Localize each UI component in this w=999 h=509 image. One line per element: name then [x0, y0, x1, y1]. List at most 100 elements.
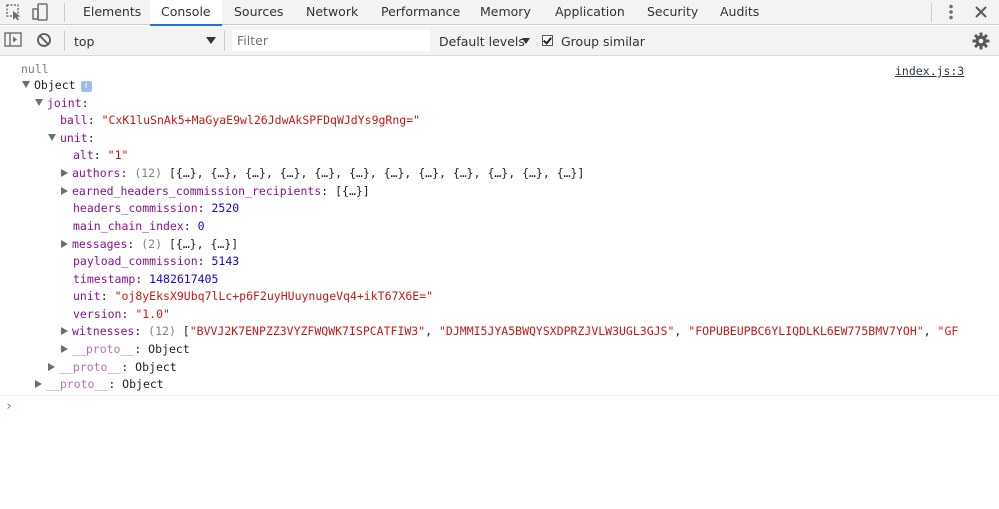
- array-length: (2): [141, 237, 163, 251]
- root-object-label: Object: [34, 78, 76, 92]
- inspect-element-icon[interactable]: [4, 3, 24, 21]
- property-key: authors: [72, 166, 121, 180]
- property-key: witnesses: [72, 324, 135, 338]
- tab-console[interactable]: Console: [150, 0, 222, 26]
- number-value: 0: [197, 219, 205, 233]
- array-preview: [{…}, {…}]: [168, 237, 239, 251]
- clear-console-icon[interactable]: [35, 31, 55, 49]
- string-value: "CxK1luSnAk5+MaGyaE9wl26JdwAkSPFDqWJdYs9…: [101, 113, 421, 127]
- tree-node-joint-proto[interactable]: __proto__: Object: [0, 359, 999, 376]
- array-length: (12): [148, 324, 176, 338]
- array-length: (12): [134, 166, 163, 180]
- tree-node-root-object[interactable]: Object i: [0, 77, 999, 94]
- tab-performance[interactable]: Performance: [370, 0, 471, 25]
- message-divider: [0, 395, 999, 396]
- tree-node-unit-proto[interactable]: __proto__: Object: [0, 341, 999, 358]
- levels-dropdown-arrow-icon[interactable]: [522, 38, 530, 44]
- tree-node-headers-commission: headers_commission: 2520: [73, 201, 240, 215]
- tree-node-timestamp: timestamp: 1482617405: [73, 272, 219, 286]
- string-value: "1.0": [135, 307, 170, 321]
- object-value: Object: [135, 360, 177, 374]
- collapsed-triangle-icon[interactable]: [61, 240, 68, 248]
- log-levels-selector[interactable]: Default levels: [439, 34, 525, 49]
- collapsed-triangle-icon[interactable]: [61, 345, 68, 353]
- string-value: "1": [107, 148, 129, 162]
- tree-node-root-proto[interactable]: __proto__: Object: [0, 376, 999, 393]
- tab-audits[interactable]: Audits: [709, 0, 770, 25]
- context-selector[interactable]: top: [74, 34, 94, 49]
- close-devtools-icon[interactable]: [972, 3, 990, 21]
- number-value: 2520: [211, 201, 240, 215]
- tab-security[interactable]: Security: [636, 0, 709, 25]
- devtools-tab-bar: Elements Console Sources Network Perform…: [0, 0, 999, 26]
- tree-node-joint[interactable]: joint:: [0, 95, 999, 112]
- property-key: __proto__: [59, 360, 122, 374]
- more-options-icon[interactable]: [943, 3, 959, 21]
- tree-node-unit[interactable]: unit:: [0, 130, 999, 147]
- toolbar-divider: [64, 31, 65, 51]
- string-value: "oj8yEksX9Ubq7lLc+p6F2uyHUuynugeVq4+ikT6…: [114, 289, 434, 303]
- filter-input[interactable]: [232, 30, 430, 51]
- array-preview: [{…}]: [335, 184, 370, 198]
- expand-triangle-icon[interactable]: [22, 81, 30, 88]
- tree-node-version: version: "1.0": [73, 307, 170, 321]
- tab-sources[interactable]: Sources: [223, 0, 294, 25]
- tree-node-authors[interactable]: authors: (12) [{…}, {…}, {…}, {…}, {…}, …: [0, 165, 999, 182]
- tree-node-payload-commission: payload_commission: 5143: [73, 254, 240, 268]
- tree-node-ball: ball: "CxK1luSnAk5+MaGyaE9wl26JdwAkSPFDq…: [60, 113, 421, 127]
- console-settings-gear-icon[interactable]: [971, 31, 991, 51]
- string-value: "BVVJ2K7ENPZZ3VYZFWQWK7ISPCATFIW3": [189, 324, 426, 338]
- array-preview: [{…}, {…}, {…}, {…}, {…}, {…}, {…}, {…},…: [168, 166, 585, 180]
- expand-triangle-icon[interactable]: [48, 134, 56, 141]
- string-value: "GF: [937, 324, 959, 338]
- tab-memory[interactable]: Memory: [469, 0, 542, 25]
- property-key: __proto__: [46, 377, 109, 391]
- toolbar-divider: [224, 31, 225, 51]
- property-key: headers_commission: [73, 201, 198, 215]
- property-key: main_chain_index: [73, 219, 184, 233]
- console-toolbar: top Default levels Group similar: [0, 26, 999, 56]
- toolbar-divider: [931, 3, 932, 22]
- tab-application[interactable]: Application: [544, 0, 636, 25]
- tree-node-messages[interactable]: messages: (2) [{…}, {…}]: [0, 236, 999, 253]
- device-toolbar-icon[interactable]: [32, 3, 52, 21]
- tree-node-unit-hash: unit: "oj8yEksX9Ubq7lLc+p6F2uyHUuynugeVq…: [73, 289, 434, 303]
- null-value: null: [21, 62, 49, 76]
- collapsed-triangle-icon[interactable]: [48, 363, 55, 371]
- tab-network[interactable]: Network: [295, 0, 369, 25]
- string-value: "DJMMI5JYA5BWQYSXDPRZJVLW3UGL3GJS": [439, 324, 675, 338]
- object-value: Object: [122, 377, 164, 391]
- group-similar-checkbox[interactable]: [542, 35, 553, 46]
- property-key: messages: [72, 237, 128, 251]
- collapsed-triangle-icon[interactable]: [61, 327, 68, 335]
- string-value: "FOPUBEUPBC6YLIQDLKL6EW775BMV7YOH": [688, 324, 924, 338]
- number-value: 5143: [211, 254, 240, 268]
- property-key: earned_headers_commission_recipients: [72, 184, 322, 198]
- tree-node-earned-headers[interactable]: earned_headers_commission_recipients: [{…: [0, 183, 999, 200]
- property-key: __proto__: [72, 342, 135, 356]
- console-prompt-icon[interactable]: ›: [5, 399, 13, 414]
- collapsed-triangle-icon[interactable]: [61, 187, 68, 195]
- show-sidebar-icon[interactable]: [3, 31, 23, 49]
- number-value: 1482617405: [149, 272, 219, 286]
- tree-node-alt: alt: "1": [73, 148, 129, 162]
- property-key: alt: [73, 148, 94, 162]
- collapsed-triangle-icon[interactable]: [61, 169, 68, 177]
- tab-elements[interactable]: Elements: [72, 0, 152, 25]
- property-key: timestamp: [73, 272, 136, 286]
- property-key: unit: [73, 289, 101, 303]
- property-key: version: [73, 307, 122, 321]
- object-value: Object: [148, 342, 190, 356]
- tree-node-witnesses[interactable]: witnesses: (12) ["BVVJ2K7ENPZZ3VYZFWQWK7…: [0, 323, 999, 340]
- property-key: ball: [60, 113, 88, 127]
- info-icon[interactable]: i: [80, 81, 92, 92]
- property-key: unit: [60, 131, 88, 145]
- expand-triangle-icon[interactable]: [35, 99, 43, 106]
- toolbar-divider: [64, 3, 65, 22]
- group-similar-label: Group similar: [561, 34, 645, 49]
- property-key: joint: [47, 96, 82, 110]
- tree-node-main-chain-index: main_chain_index: 0: [73, 219, 205, 233]
- collapsed-triangle-icon[interactable]: [35, 380, 42, 388]
- context-dropdown-arrow-icon[interactable]: [206, 37, 216, 44]
- property-key: payload_commission: [73, 254, 198, 268]
